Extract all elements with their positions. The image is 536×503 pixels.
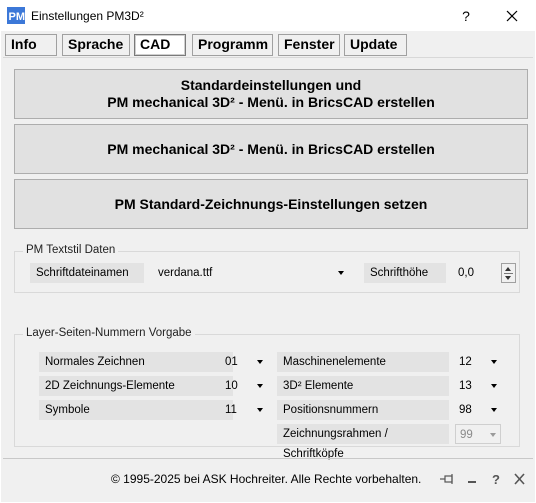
layer-legend: Layer-Seiten-Nummern Vorgabe [23,327,195,339]
layer-value: 11 [225,404,237,416]
minimize-icon[interactable] [464,472,480,486]
layer-label-rahmen: Zeichnungsrahmen / Schriftköpfe [277,424,449,460]
pm3d-app-icon: PM [7,7,25,24]
tab-fenster[interactable]: Fenster [278,34,340,56]
spin-down-icon [505,276,511,280]
font-file-dropdown[interactable]: verdana.ttf [154,263,348,283]
create-defaults-and-menu-button[interactable]: Standardeinstellungen und PM mechanical … [14,69,528,119]
dialog-client: Info Sprache CAD Programm Fenster Update… [1,31,535,502]
close-icon [506,10,518,22]
layer-dropdown-maschinen[interactable]: 12 [455,352,501,372]
font-file-value: verdana.ttf [158,267,213,279]
copyright-text: © 1995-2025 bei ASK Hochreiter. Alle Rec… [111,472,422,486]
chevron-down-icon [257,408,263,412]
layer-label-symbole: Symbole [39,400,233,420]
tab-cad[interactable]: CAD [134,34,186,56]
chevron-down-icon [491,384,497,388]
layer-value: 01 [225,356,238,368]
help-button[interactable]: ? [450,4,482,28]
layer-value: 99 [460,429,473,441]
tab-update[interactable]: Update [344,34,407,56]
layer-label-3d: 3D² Elemente [277,376,449,396]
svg-text:?: ? [492,472,500,486]
button-line-1: Standardeinstellungen und [180,77,362,93]
tab-info[interactable]: Info [5,34,57,56]
chevron-down-icon [491,360,497,364]
layer-dropdown-symbole[interactable]: 11 [221,400,267,420]
layer-label-2d: 2D Zeichnungs-Elemente [39,376,233,396]
create-menu-button[interactable]: PM mechanical 3D² - Menü. in BricsCAD er… [14,124,528,174]
layer-label-maschinen: Maschinenelemente [277,352,449,372]
layer-dropdown-normales[interactable]: 01 [221,352,267,372]
help-icon[interactable]: ? [488,472,504,486]
close-icon[interactable] [512,472,528,486]
status-bar: © 1995-2025 bei ASK Hochreiter. Alle Rec… [3,458,533,496]
tab-sprache[interactable]: Sprache [62,34,130,56]
font-height-input[interactable]: 0,0 [454,263,494,283]
layer-value: 98 [459,404,472,416]
spin-divider [504,273,513,274]
layer-group: Layer-Seiten-Nummern Vorgabe Normales Ze… [14,327,520,460]
tab-panel-cad: Standardeinstellungen und PM mechanical … [3,57,533,460]
window-title: Einstellungen PM3D² [31,9,144,23]
layer-value: 12 [459,356,472,368]
textstil-legend: PM Textstil Daten [23,244,119,256]
title-bar: PM Einstellungen PM3D² ? [0,0,536,31]
chevron-down-icon [257,360,263,364]
chevron-down-icon [491,408,497,412]
svg-text:PM: PM [9,11,26,23]
layer-dropdown-rahmen: 99 [455,424,501,444]
font-height-label: Schrifthöhe [364,263,446,283]
layer-value: 13 [459,380,472,392]
close-button[interactable] [496,4,528,28]
chevron-down-icon [257,384,263,388]
chevron-down-icon [338,271,344,275]
pin-icon[interactable] [440,472,456,486]
set-drawing-settings-button[interactable]: PM Standard-Zeichnungs-Einstellungen set… [14,179,528,229]
spin-up-icon [505,267,511,271]
font-height-spinner[interactable] [501,263,516,283]
layer-label-position: Positionsnummern [277,400,449,420]
layer-dropdown-3d[interactable]: 13 [455,376,501,396]
chevron-down-icon [490,433,496,437]
layer-value: 10 [225,380,238,392]
font-file-label: Schriftdateinamen [30,263,144,283]
tab-programm[interactable]: Programm [192,34,273,56]
textstil-group: PM Textstil Daten Schriftdateinamen verd… [14,244,520,293]
layer-label-normales: Normales Zeichnen [39,352,233,372]
layer-dropdown-2d[interactable]: 10 [221,376,267,396]
layer-dropdown-position[interactable]: 98 [455,400,501,420]
button-line-2: PM mechanical 3D² - Menü. in BricsCAD er… [107,94,435,110]
